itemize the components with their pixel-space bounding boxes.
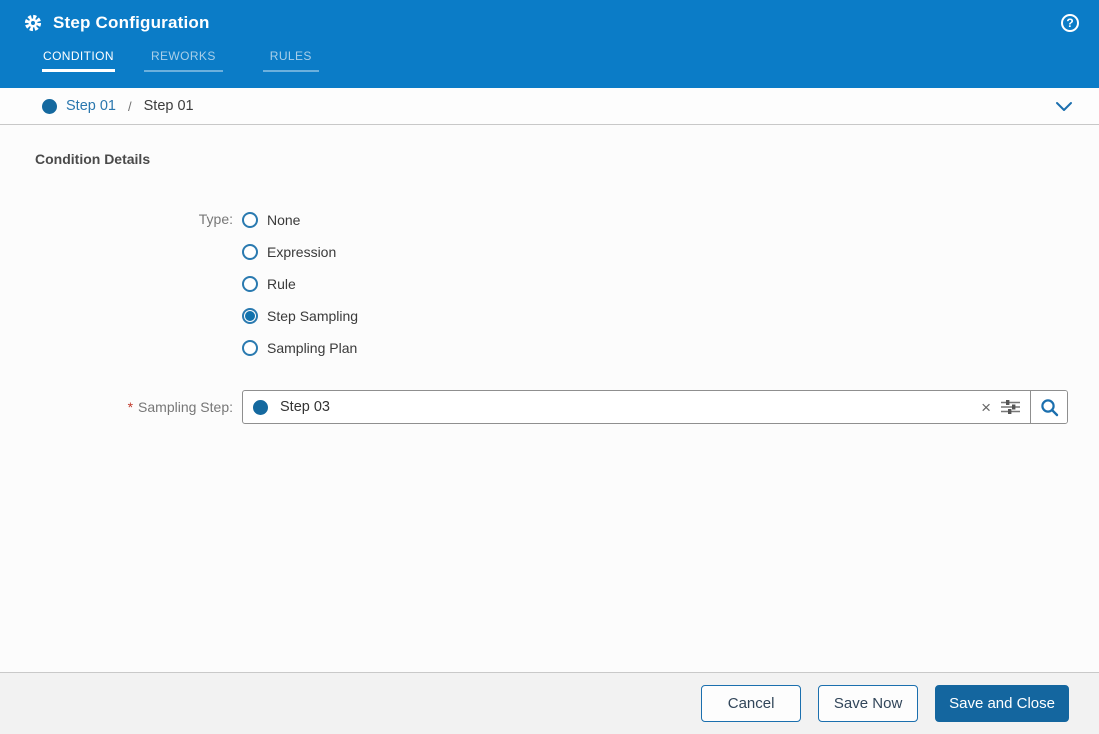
clear-icon[interactable]: × bbox=[974, 399, 998, 416]
filter-sliders-icon[interactable] bbox=[1000, 398, 1021, 416]
sampling-step-picker[interactable]: Step 03 × bbox=[242, 390, 1068, 424]
condition-panel: Condition Details Type: None Expression … bbox=[0, 125, 1099, 672]
radio-label: Rule bbox=[267, 276, 296, 292]
help-icon[interactable]: ? bbox=[1061, 14, 1079, 32]
gear-icon bbox=[24, 14, 42, 32]
step-configuration-dialog: Step Configuration ? CONDITION REWORKS R… bbox=[0, 0, 1099, 734]
header-title-row: Step Configuration ? bbox=[0, 0, 1099, 46]
radio-option-sampling-plan[interactable]: Sampling Plan bbox=[242, 332, 358, 364]
sampling-step-value: Step 03 bbox=[280, 399, 974, 415]
radio-label: Sampling Plan bbox=[267, 340, 357, 356]
step-status-dot bbox=[253, 400, 268, 415]
section-title: Condition Details bbox=[30, 151, 1069, 167]
radio-sampling-plan[interactable] bbox=[242, 340, 258, 356]
search-icon[interactable] bbox=[1031, 391, 1067, 423]
tab-condition[interactable]: CONDITION bbox=[42, 49, 115, 72]
breadcrumb-separator: / bbox=[128, 99, 132, 114]
footer-action-bar: Cancel Save Now Save and Close bbox=[0, 672, 1099, 734]
breadcrumb: Step 01 / Step 01 bbox=[0, 88, 1099, 125]
type-label: Type: bbox=[30, 204, 233, 364]
required-asterisk: * bbox=[128, 399, 133, 415]
sampling-step-label: * Sampling Step: bbox=[30, 399, 233, 415]
cancel-button[interactable]: Cancel bbox=[701, 685, 801, 722]
radio-option-none[interactable]: None bbox=[242, 204, 358, 236]
tab-rules[interactable]: RULES bbox=[263, 49, 319, 72]
radio-step-sampling[interactable] bbox=[242, 308, 258, 324]
save-and-close-button[interactable]: Save and Close bbox=[935, 685, 1069, 722]
tab-bar: CONDITION REWORKS RULES bbox=[0, 49, 1099, 72]
step-status-dot bbox=[42, 99, 57, 114]
breadcrumb-step[interactable]: Step 01 bbox=[66, 98, 116, 114]
header: Step Configuration ? CONDITION REWORKS R… bbox=[0, 0, 1099, 88]
radio-option-expression[interactable]: Expression bbox=[242, 236, 358, 268]
radio-option-step-sampling[interactable]: Step Sampling bbox=[242, 300, 358, 332]
save-now-button[interactable]: Save Now bbox=[818, 685, 918, 722]
tab-reworks[interactable]: REWORKS bbox=[144, 49, 223, 72]
radio-label: Expression bbox=[267, 244, 336, 260]
radio-label: Step Sampling bbox=[267, 308, 358, 324]
radio-option-rule[interactable]: Rule bbox=[242, 268, 358, 300]
sampling-step-label-text: Sampling Step: bbox=[138, 399, 233, 415]
radio-label: None bbox=[267, 212, 300, 228]
sampling-step-field-row: * Sampling Step: Step 03 × bbox=[30, 390, 1069, 424]
chevron-down-icon[interactable] bbox=[1051, 97, 1077, 116]
page-title: Step Configuration bbox=[53, 13, 210, 33]
type-field-row: Type: None Expression Rule Step Sampling bbox=[30, 204, 1069, 364]
breadcrumb-substep: Step 01 bbox=[144, 98, 194, 114]
type-radio-group: None Expression Rule Step Sampling Sampl… bbox=[242, 204, 358, 364]
radio-rule[interactable] bbox=[242, 276, 258, 292]
sampling-step-field: Step 03 × bbox=[242, 390, 1068, 424]
radio-expression[interactable] bbox=[242, 244, 258, 260]
radio-none[interactable] bbox=[242, 212, 258, 228]
